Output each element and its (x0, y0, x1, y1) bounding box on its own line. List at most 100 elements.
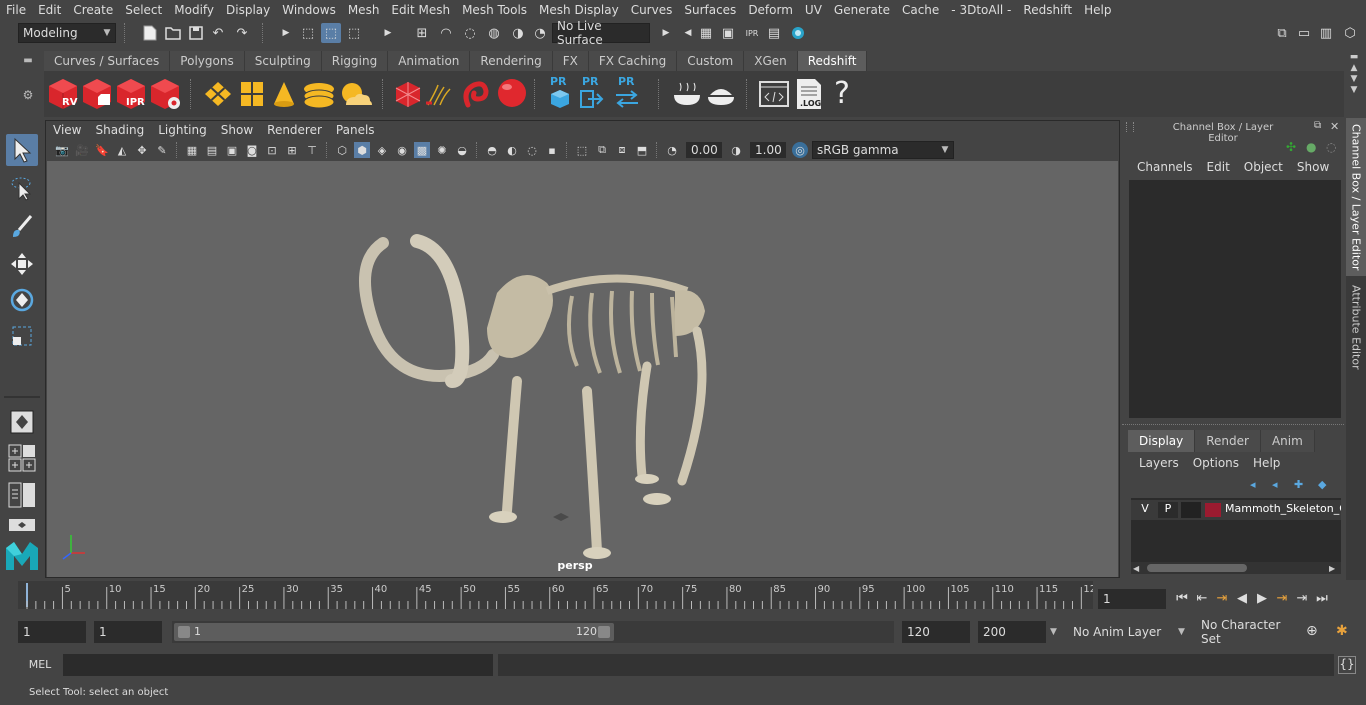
isolate-select-icon[interactable]: ⬚ (574, 142, 590, 158)
viewport-menu-view[interactable]: View (46, 123, 88, 137)
gate-mask-icon[interactable]: ◙ (244, 142, 260, 158)
menu-modify[interactable]: Modify (168, 0, 220, 20)
script-language-toggle[interactable]: MEL (20, 656, 60, 674)
grease-pencil-icon[interactable]: ✎ (154, 142, 170, 158)
command-input[interactable] (63, 654, 493, 676)
step-forward-frame-icon[interactable]: ⇥ (1272, 588, 1292, 608)
shelf-tab-fx-caching[interactable]: FX Caching (588, 51, 678, 71)
channel-list[interactable] (1129, 180, 1341, 418)
playback-start-field[interactable]: 1 (94, 621, 162, 643)
redshift-volume-icon[interactable] (238, 79, 266, 109)
menu-help[interactable]: Help (1078, 0, 1117, 20)
layer-tab-anim[interactable]: Anim (1260, 430, 1315, 452)
play-backward-icon[interactable]: ◀ (1232, 588, 1252, 608)
anim-layer-dropdown[interactable]: No Anim Layer (1068, 621, 1170, 643)
menu-create[interactable]: Create (67, 0, 119, 20)
channel-box-side-tab[interactable]: Channel Box / Layer Editor (1346, 118, 1366, 276)
step-forward-key-icon[interactable]: ⇥ (1292, 588, 1312, 608)
image-plane-icon[interactable]: ◭ (114, 142, 130, 158)
layer-type-toggle[interactable] (1181, 502, 1201, 518)
save-scene-icon[interactable] (186, 23, 206, 43)
bookmark-icon[interactable]: 🔖 (94, 142, 110, 158)
xray-joints-icon[interactable]: ⧈ (614, 142, 630, 158)
move-layer-up-icon[interactable]: ◂ (1250, 478, 1266, 492)
go-to-start-icon[interactable]: ⏮ (1172, 588, 1192, 608)
shelf-tab-xgen[interactable]: XGen (744, 51, 798, 71)
redo-icon[interactable]: ↷ (232, 23, 252, 43)
colorspace-dropdown[interactable]: sRGB gamma ▼ (812, 141, 954, 159)
splitter[interactable] (1122, 424, 1344, 428)
menu-select[interactable]: Select (119, 0, 168, 20)
speed-icon[interactable]: ● (1306, 140, 1322, 156)
exposure-field[interactable]: 0.00 (686, 142, 722, 158)
layer-hscrollbar[interactable]: ◀ ▶ (1131, 562, 1341, 574)
grid-icon[interactable]: ▦ (184, 142, 200, 158)
viewport-menu-show[interactable]: Show (214, 123, 260, 137)
redshift-pr-cube-icon[interactable]: PR (546, 75, 574, 113)
redshift-ipr-icon[interactable]: IPR (114, 77, 148, 111)
shadows-icon[interactable]: ◒ (454, 142, 470, 158)
range-start-grip[interactable] (178, 626, 190, 638)
3d-viewport[interactable]: persp (47, 161, 1118, 577)
redshift-curve-icon[interactable] (460, 77, 494, 111)
shelf-scroll-icon[interactable]: ▬ ▲ ▼ ▼ (1344, 52, 1364, 112)
viewport-menu-renderer[interactable]: Renderer (260, 123, 329, 137)
ipr-render-icon[interactable]: IPR (742, 23, 762, 43)
layer-row[interactable]: V P Mammoth_Skeleton_C (1131, 500, 1341, 520)
range-end-grip[interactable] (598, 626, 610, 638)
playback-end-field[interactable]: 120 (902, 621, 970, 643)
viewport-menu-lighting[interactable]: Lighting (151, 123, 214, 137)
log-file-icon[interactable]: .LOG (794, 77, 824, 111)
scroll-thumb[interactable] (1147, 564, 1247, 572)
shelf-tab-custom[interactable]: Custom (677, 51, 745, 71)
snap-view-icon[interactable]: ◍ (484, 23, 504, 43)
menu-redshift[interactable]: Redshift (1017, 0, 1078, 20)
menu-curves[interactable]: Curves (625, 0, 679, 20)
step-back-frame-icon[interactable]: ⇥ (1212, 588, 1232, 608)
gamma-icon[interactable]: ◑ (728, 142, 744, 158)
xray-icon[interactable]: ⧉ (594, 142, 610, 158)
hypershade-icon[interactable] (788, 23, 808, 43)
outliner-layout-icon[interactable] (8, 518, 36, 532)
layer-visibility-toggle[interactable]: V (1135, 502, 1155, 518)
current-frame-field[interactable]: 1 (1098, 589, 1166, 609)
character-set-dropdown[interactable]: No Character Set (1196, 618, 1298, 646)
layer-playback-toggle[interactable]: P (1158, 502, 1178, 518)
shelf-tab-rigging[interactable]: Rigging (321, 51, 389, 71)
attribute-editor-toggle-icon[interactable]: ▥ (1316, 23, 1336, 43)
code-editor-icon[interactable] (758, 79, 790, 109)
snap-surface-icon[interactable]: ◑ (508, 23, 528, 43)
move-tool-icon[interactable] (6, 248, 38, 280)
redshift-batch-render-icon[interactable] (80, 77, 114, 111)
checker-icon[interactable]: ▩ (414, 142, 430, 158)
collapse-arrow-icon[interactable]: ◀ (678, 23, 698, 43)
mammoth-skeleton-model[interactable] (47, 161, 1118, 577)
two-view-layout-icon[interactable] (8, 482, 36, 508)
redshift-proxy-icon[interactable] (202, 79, 234, 109)
character-set-chevron-icon[interactable]: ▼ (1178, 621, 1192, 643)
anim-prefs-icon[interactable]: ✱ (1336, 623, 1354, 641)
safe-title-icon[interactable]: ⊤ (304, 142, 320, 158)
redshift-area-light-icon[interactable] (302, 79, 336, 109)
select-hierarchy-icon[interactable]: ⬚ (298, 23, 318, 43)
four-view-layout-icon[interactable] (8, 444, 36, 472)
undo-icon[interactable]: ↶ (208, 23, 228, 43)
collapse-arrow-icon[interactable]: ▶ (276, 23, 296, 43)
redshift-proxy-export-icon[interactable] (394, 79, 422, 109)
snap-live-icon[interactable]: ◔ (530, 23, 550, 43)
textured-icon[interactable]: ◉ (394, 142, 410, 158)
workspace-icon[interactable]: ⧉ (1272, 23, 1292, 43)
anti-alias-icon[interactable]: ◌ (524, 142, 540, 158)
modeling-toolkit-icon[interactable]: ▭ (1294, 23, 1314, 43)
go-to-end-icon[interactable]: ⏭ (1312, 588, 1332, 608)
layer-menu-layers[interactable]: Layers (1132, 456, 1186, 474)
menu-edit[interactable]: Edit (32, 0, 67, 20)
new-layer-icon[interactable]: ✚ (1294, 478, 1310, 492)
end-time-field[interactable]: 200 (978, 621, 1046, 643)
menu-mesh-tools[interactable]: Mesh Tools (456, 0, 533, 20)
collapse-arrow-icon[interactable]: ▶ (656, 23, 676, 43)
menu-3dtoall[interactable]: - 3DtoAll - (945, 0, 1017, 20)
two-d-pan-icon[interactable]: ✥ (134, 142, 150, 158)
new-layer-selected-icon[interactable]: ◆ (1318, 478, 1334, 492)
live-surface-field[interactable]: No Live Surface (552, 19, 650, 47)
